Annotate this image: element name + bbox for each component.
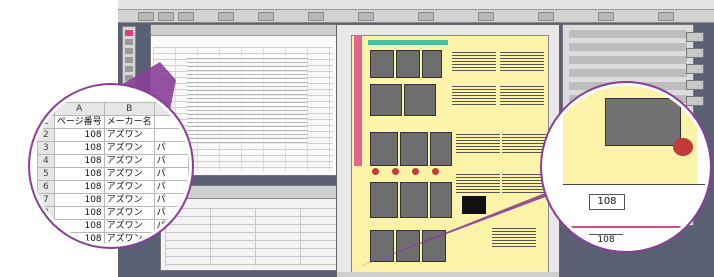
page-number-cell[interactable]: 108 (53, 141, 105, 155)
table-row: 2 108 アズワン (37, 128, 189, 142)
header-cell[interactable]: メーカー名 (103, 115, 155, 129)
cell[interactable]: パ (153, 141, 189, 155)
page-number-label: 108 (589, 194, 625, 210)
maker-cell[interactable]: アズワン (103, 206, 155, 220)
cell[interactable]: パ (153, 167, 189, 181)
diamond-icon[interactable]: ◇ (37, 102, 55, 116)
page-number-zoom-callout: 108 108 (545, 86, 707, 248)
zoomed-red-marker (673, 138, 693, 156)
row-number[interactable]: 8 (37, 206, 55, 220)
table-row: 5 108 アズワン パ (37, 167, 189, 181)
cell[interactable]: パ (153, 206, 189, 220)
cell[interactable]: パ (153, 193, 189, 207)
page-number-cell[interactable]: 108 (53, 180, 105, 194)
maker-cell[interactable]: アズワン (103, 167, 155, 181)
page-number-cell[interactable]: 108 (53, 232, 105, 244)
page-number-cell[interactable]: 108 (53, 167, 105, 181)
cell[interactable] (153, 115, 189, 129)
maker-cell[interactable]: アズワン (103, 193, 155, 207)
table-row: 4 108 アズワン パ (37, 154, 189, 168)
cell[interactable]: パ (153, 154, 189, 168)
table-row: 1 ページ番号 メーカー名 (37, 115, 189, 129)
column-header-b[interactable]: B (103, 102, 155, 116)
column-header-row: ◇ A B (37, 102, 189, 116)
page-number-cell[interactable]: 108 (53, 128, 105, 142)
maker-cell[interactable]: アズワン (103, 154, 155, 168)
header-cell[interactable]: ページ番号 (53, 115, 105, 129)
table-row: 8 108 アズワン パ (37, 206, 189, 220)
table-row: 3 108 アズワン パ (37, 141, 189, 155)
spreadsheet-zoom-table: ◇ A B 1 ページ番号 メーカー名 2 108 アズワン 3 108 アズワ… (37, 102, 189, 244)
column-header-c[interactable] (153, 102, 189, 116)
table-row: 7 108 アズワン パ (37, 193, 189, 207)
maker-cell[interactable]: アズワン (103, 180, 155, 194)
row-number[interactable]: 1 (37, 115, 55, 129)
table-row: 108 アズワン (37, 232, 189, 244)
row-number[interactable]: 4 (37, 154, 55, 168)
cell[interactable]: パ (153, 180, 189, 194)
maker-cell[interactable]: アズワン (103, 232, 155, 244)
page-number-cell[interactable]: 108 (53, 193, 105, 207)
row-number[interactable] (37, 232, 55, 244)
zoomed-product-photo (605, 98, 681, 146)
cell[interactable]: パ (153, 219, 189, 233)
page-number-cell[interactable]: 108 (53, 154, 105, 168)
maker-cell[interactable]: アズワン (103, 219, 155, 233)
zoomed-guide-line (545, 226, 707, 228)
maker-cell[interactable]: アズワン (103, 128, 155, 142)
composite-figure: ◇ A B 1 ページ番号 メーカー名 2 108 アズワン 3 108 アズワ… (0, 0, 714, 277)
row-number[interactable]: 2 (37, 128, 55, 142)
row-number[interactable]: 6 (37, 180, 55, 194)
row-number[interactable]: 9 (37, 219, 55, 233)
cell[interactable] (153, 232, 189, 244)
row-number[interactable]: 3 (37, 141, 55, 155)
table-row: 6 108 アズワン パ (37, 180, 189, 194)
row-number[interactable]: 7 (37, 193, 55, 207)
page-number-cell[interactable]: 108 (53, 206, 105, 220)
column-header-a[interactable]: A (53, 102, 105, 116)
next-page-number-label: 108 (589, 234, 623, 245)
maker-cell[interactable]: アズワン (103, 141, 155, 155)
page-number-cell[interactable]: 108 (53, 219, 105, 233)
spreadsheet-zoom-callout: ◇ A B 1 ページ番号 メーカー名 2 108 アズワン 3 108 アズワ… (33, 88, 189, 244)
cell[interactable] (153, 128, 189, 142)
row-number[interactable]: 5 (37, 167, 55, 181)
table-row: 9 108 アズワン パ (37, 219, 189, 233)
zoomed-page-edge (563, 184, 707, 185)
